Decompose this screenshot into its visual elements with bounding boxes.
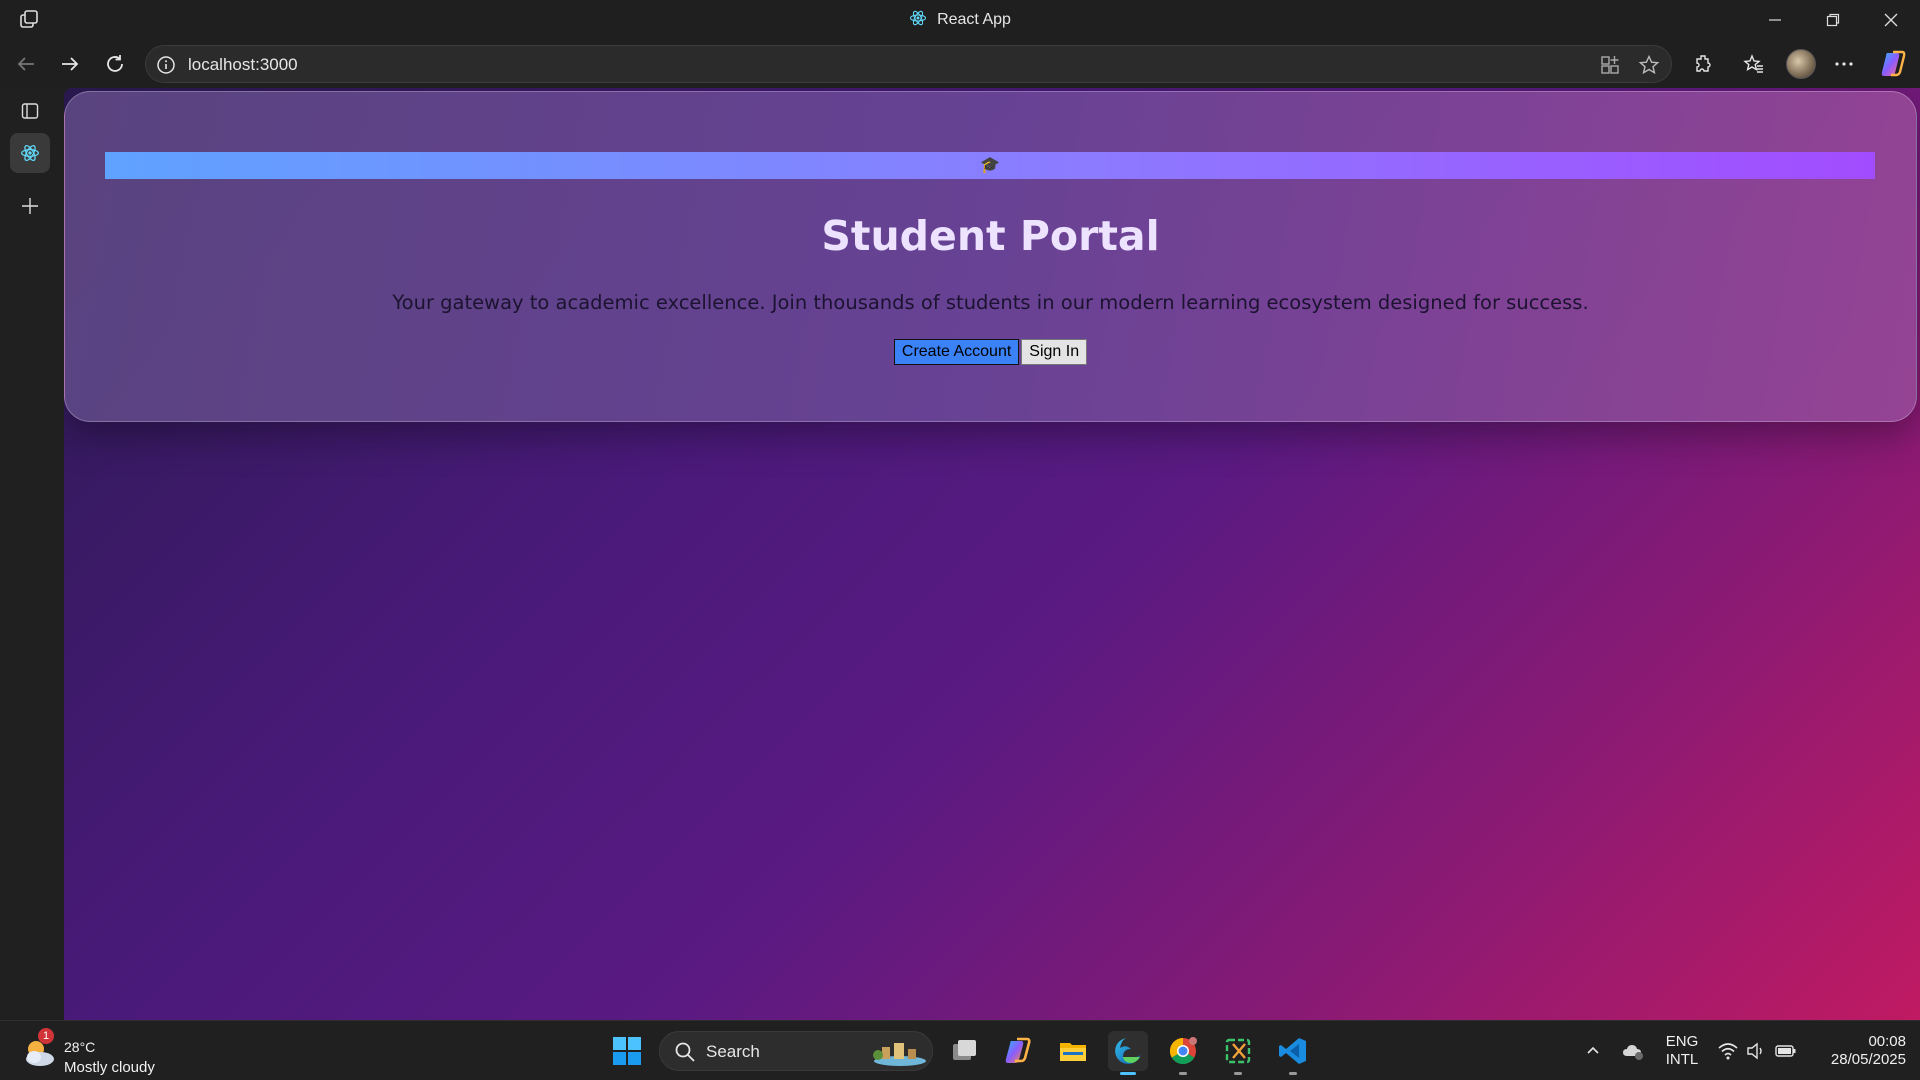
window-title: React App: [0, 0, 1920, 40]
taskbar: 1 28°C Mostly cloudy Search ENG INTL 00:…: [0, 1020, 1920, 1080]
window-title-text: React App: [937, 11, 1011, 28]
react-icon: [909, 9, 927, 32]
hero-actions: Create Account Sign In: [65, 339, 1916, 365]
more-options-icon[interactable]: [1830, 50, 1858, 78]
page-subtitle: Your gateway to academic excellence. Joi…: [392, 291, 1589, 314]
page-viewport: 🎓 Student Portal Your gateway to academi…: [64, 88, 1920, 1020]
weather-description: Mostly cloudy: [64, 1059, 155, 1076]
weather-widget[interactable]: 1 28°C Mostly cloudy: [20, 1028, 180, 1076]
address-bar[interactable]: localhost:3000: [145, 45, 1672, 83]
active-indicator: [1120, 1072, 1136, 1075]
sign-in-button[interactable]: Sign In: [1021, 339, 1088, 365]
show-hidden-icons-chevron-icon[interactable]: [1573, 1031, 1613, 1071]
site-info-icon[interactable]: [156, 55, 176, 75]
copilot-icon[interactable]: [1878, 49, 1908, 79]
vertical-tabs-sidebar: [0, 88, 64, 1020]
copilot-app-icon[interactable]: [998, 1031, 1038, 1071]
restore-button[interactable]: [1804, 0, 1862, 40]
minimize-button[interactable]: [1746, 0, 1804, 40]
page-title: Student Portal: [821, 212, 1160, 260]
edge-taskbar-icon[interactable]: [1108, 1031, 1148, 1075]
forward-icon[interactable]: [56, 50, 84, 78]
url-text[interactable]: localhost:3000: [188, 55, 298, 75]
hero-card: 🎓 Student Portal Your gateway to academi…: [64, 91, 1917, 422]
back-icon[interactable]: [12, 50, 40, 78]
onedrive-icon[interactable]: [1613, 1031, 1653, 1071]
taskbar-search[interactable]: Search: [659, 1031, 933, 1071]
search-placeholder: Search: [706, 1042, 760, 1061]
react-icon: [21, 144, 39, 162]
file-explorer-icon[interactable]: [1053, 1031, 1093, 1071]
search-highlight-icon: [873, 1043, 926, 1066]
start-button[interactable]: [607, 1031, 647, 1071]
weather-badge: 1: [38, 1028, 54, 1044]
refresh-icon[interactable]: [101, 50, 129, 78]
vscode-icon[interactable]: [1273, 1031, 1313, 1075]
hero-banner: 🎓: [105, 152, 1875, 179]
create-account-button[interactable]: Create Account: [893, 339, 1020, 365]
clock-time: 00:08: [1868, 1033, 1906, 1050]
profile-avatar[interactable]: [1786, 49, 1816, 79]
chrome-icon[interactable]: [1163, 1031, 1203, 1075]
favorite-star-icon[interactable]: [1638, 54, 1660, 76]
running-indicator: [1289, 1072, 1297, 1075]
running-indicator: [1234, 1072, 1242, 1075]
keyboard-layout: INTL: [1665, 1051, 1699, 1068]
new-tab-plus-icon[interactable]: [10, 186, 50, 226]
snipping-tool-icon[interactable]: [1218, 1031, 1258, 1075]
extensions-icon[interactable]: [1690, 50, 1718, 78]
running-indicator: [1179, 1072, 1187, 1075]
weather-temperature: 28°C: [64, 1039, 96, 1055]
title-bar: React App: [0, 0, 1920, 40]
input-language[interactable]: ENG INTL: [1662, 1033, 1702, 1069]
browser-toolbar: localhost:3000: [0, 40, 1920, 88]
clock-date: 28/05/2025: [1830, 1051, 1906, 1068]
task-view-icon[interactable]: [944, 1031, 984, 1071]
search-icon: [675, 1042, 695, 1062]
language-code: ENG: [1665, 1033, 1699, 1050]
graduation-cap-icon: 🎓: [980, 156, 1000, 174]
system-clock[interactable]: 00:08 28/05/2025: [1810, 1033, 1906, 1069]
close-button[interactable]: [1862, 0, 1920, 40]
favorites-icon[interactable]: [1740, 50, 1768, 78]
battery-icon[interactable]: [1766, 1031, 1806, 1071]
app-available-icon[interactable]: [1599, 54, 1621, 76]
windows-logo-icon: [613, 1037, 641, 1065]
tab-react-app[interactable]: [10, 133, 50, 173]
tab-actions-icon[interactable]: [10, 91, 50, 131]
